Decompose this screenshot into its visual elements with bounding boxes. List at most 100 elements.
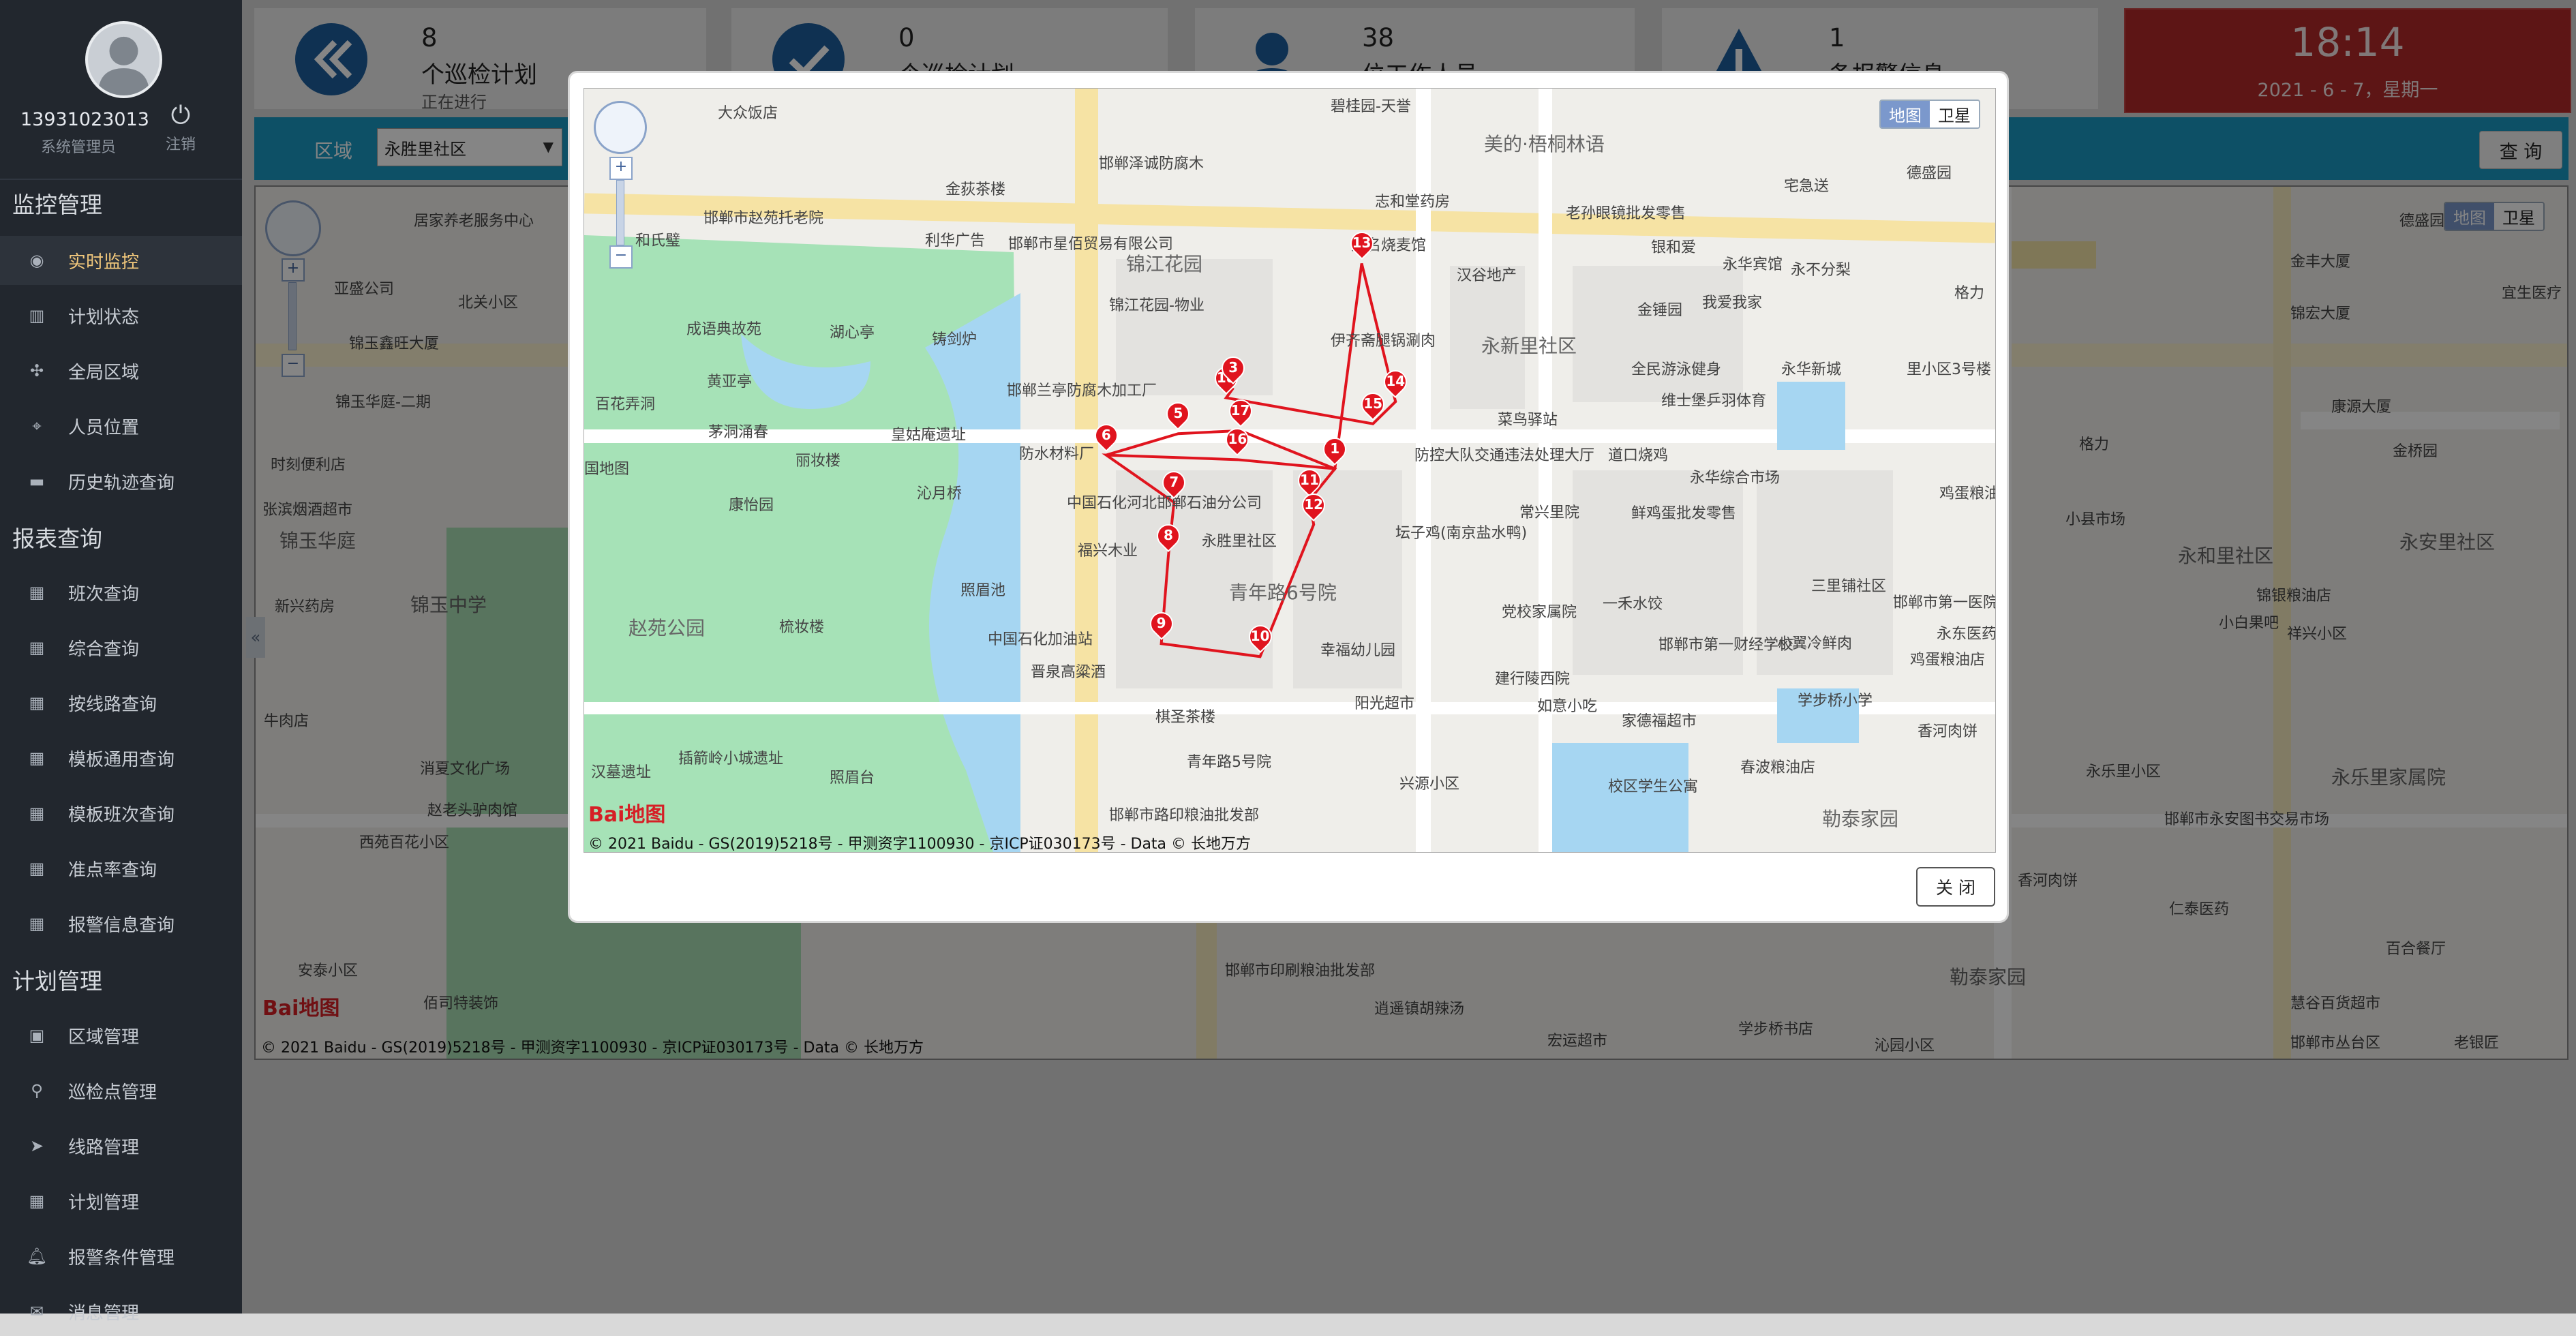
sidebar-item-global-area[interactable]: ✣ 全局区域: [0, 346, 242, 395]
table-icon: ▦: [29, 914, 45, 933]
sidebar-item-label: 消息管理: [68, 1303, 140, 1324]
map-label: 锦江花园-物业: [1109, 297, 1204, 314]
map-label: 银和爱: [1651, 239, 1697, 256]
route-pin-number: 7: [1169, 474, 1179, 491]
sidebar-item-plan-status[interactable]: ▥ 计划状态: [0, 291, 242, 340]
route-pin[interactable]: 10: [1243, 620, 1277, 656]
sidebar-item-label: 模板通用查询: [68, 749, 175, 770]
sidebar-item-label: 实时监控: [68, 252, 140, 273]
route-map[interactable]: 大众饭店 邯郸市赵苑托老院 和氏璧 金荻茶楼 利华广告 邯郸泽诚防腐木 邯郸市星…: [584, 88, 1996, 853]
zoom-in-button[interactable]: +: [609, 157, 633, 180]
map-label: 鸡蛋粮油店: [1910, 652, 1986, 669]
user-role: 系统管理员: [40, 139, 116, 156]
map-label: 照眉台: [830, 770, 875, 787]
sidebar-item-label: 综合查询: [68, 639, 140, 660]
route-pin[interactable]: 9: [1145, 607, 1178, 643]
route-pin-number: 8: [1164, 527, 1173, 544]
close-button[interactable]: 关 闭: [1916, 867, 1995, 907]
logout-label: 注销: [165, 136, 196, 153]
user-name: 13931023013: [20, 109, 149, 130]
route-pin[interactable]: 6: [1089, 419, 1123, 455]
sidebar-item-template-shift-query[interactable]: ▦ 模板班次查询: [0, 789, 242, 838]
route-pin[interactable]: 15: [1357, 387, 1390, 424]
map-label: 永华宾馆: [1723, 256, 1783, 273]
route-pin[interactable]: 3: [1217, 351, 1250, 388]
sidebar-item-area-mgmt[interactable]: ▣ 区域管理: [0, 1011, 242, 1060]
sidebar-divider: [0, 179, 242, 180]
sidebar-item-label: 班次查询: [68, 583, 140, 605]
map-label: 福兴木业: [1078, 543, 1138, 560]
sidebar-item-plan-mgmt[interactable]: ▦ 计划管理: [0, 1176, 242, 1226]
map-label: 晋泉高粱酒: [1031, 664, 1106, 681]
map-label: 鲜鸡蛋批发零售: [1631, 505, 1737, 522]
map-pan-control[interactable]: [594, 101, 647, 154]
route-pin[interactable]: 17: [1224, 394, 1257, 431]
logout-button[interactable]: ⏻ 注销: [153, 102, 208, 154]
map-type-map[interactable]: 地图: [1881, 101, 1930, 127]
route-map-type-switch[interactable]: 地图 卫星: [1879, 100, 1980, 129]
route-pin[interactable]: 1: [1318, 432, 1352, 469]
map-label: 永新里社区: [1481, 335, 1577, 357]
map-label: 永不分梨: [1791, 262, 1851, 279]
map-label: 菜鸟驿站: [1498, 412, 1558, 429]
map-label: 皇姑庵遗址: [891, 427, 967, 444]
map-label: 校区学生公寓: [1608, 778, 1699, 795]
map-label: 沁月桥: [917, 485, 963, 502]
sidebar: 13931023013 系统管理员 ⏻ 注销 监控管理 ◉ 实时监控 ▥ 计划状态 …: [0, 0, 242, 1324]
route-pin[interactable]: 8: [1151, 519, 1185, 556]
map-label: 三里铺社区: [1811, 578, 1887, 595]
map-label: 照眉池: [960, 582, 1006, 599]
sidebar-item-alarm-query[interactable]: ▦ 报警信息查询: [0, 899, 242, 948]
map-label: 一禾水饺: [1603, 596, 1663, 613]
zoom-slider[interactable]: [616, 180, 624, 245]
map-label: 锦江花园: [1126, 253, 1203, 275]
sidebar-item-personnel-location[interactable]: ⌖ 人员位置: [0, 401, 242, 451]
table-icon: ▦: [29, 1191, 45, 1211]
sidebar-item-realtime-monitor[interactable]: ◉ 实时监控: [0, 236, 242, 285]
zoom-out-button[interactable]: −: [609, 245, 633, 269]
route-pin[interactable]: 7: [1157, 466, 1191, 502]
map-label: 小翼冷鲜肉: [1777, 635, 1853, 652]
map-label: 汉墓遗址: [591, 764, 652, 781]
sidebar-item-alarm-condition-mgmt[interactable]: 🔔︎ 报警条件管理: [0, 1232, 242, 1281]
map-pin-icon: ⚲: [31, 1081, 43, 1100]
route-pin-number: 11: [1300, 471, 1319, 488]
route-pin-number: 9: [1156, 615, 1166, 632]
sidebar-item-label: 线路管理: [68, 1137, 140, 1158]
route-pin[interactable]: 13: [1345, 227, 1378, 263]
route-pin-number: 1: [1330, 440, 1340, 457]
route-pin-number: 16: [1228, 431, 1247, 448]
sidebar-item-route-mgmt[interactable]: ➤ 线路管理: [0, 1121, 242, 1170]
route-pin-number: 10: [1250, 628, 1270, 645]
map-label: 防控大队交通违法处理大厅: [1414, 447, 1595, 464]
route-pin[interactable]: 12: [1297, 488, 1331, 525]
map-label: 里小区3号楼: [1907, 361, 1991, 378]
send-icon: ➤: [29, 1136, 44, 1155]
sidebar-item-punctuality-query[interactable]: ▦ 准点率查询: [0, 844, 242, 893]
map-label: 兴源小区: [1399, 776, 1460, 793]
sidebar-item-shift-query[interactable]: ▦ 班次查询: [0, 568, 242, 617]
power-icon: ⏻: [170, 102, 191, 130]
route-pin[interactable]: 16: [1221, 423, 1254, 459]
map-label: 碧桂园-天誉: [1331, 98, 1411, 115]
map-label: 全民游泳健身: [1631, 361, 1722, 378]
sidebar-item-label: 区域管理: [68, 1027, 140, 1048]
route-pin-number: 13: [1352, 234, 1372, 252]
map-label: 宅急送: [1784, 178, 1830, 195]
sidebar-item-message-mgmt[interactable]: ✉ 消息管理: [0, 1287, 242, 1336]
map-label: 幸福幼儿园: [1320, 642, 1396, 659]
sidebar-item-checkpoint-mgmt[interactable]: ⚲ 巡检点管理: [0, 1066, 242, 1115]
route-pin[interactable]: 14: [1379, 365, 1412, 401]
sidebar-item-template-query[interactable]: ▦ 模板通用查询: [0, 733, 242, 783]
map-type-satellite[interactable]: 卫星: [1930, 101, 1979, 127]
map-label: 永华新城: [1781, 361, 1842, 378]
map-label: 德盛园: [1907, 165, 1952, 182]
sidebar-item-route-query[interactable]: ▦ 按线路查询: [0, 678, 242, 727]
table-icon: ▦: [29, 859, 45, 878]
sidebar-item-combined-query[interactable]: ▦ 综合查询: [0, 623, 242, 672]
map-label: 勒泰家园: [1822, 808, 1899, 830]
route-pin-number: 17: [1230, 401, 1250, 419]
route-pin[interactable]: 5: [1162, 397, 1195, 434]
route-path: [1102, 263, 1397, 658]
sidebar-item-track-history[interactable]: ▬ 历史轨迹查询: [0, 457, 242, 506]
